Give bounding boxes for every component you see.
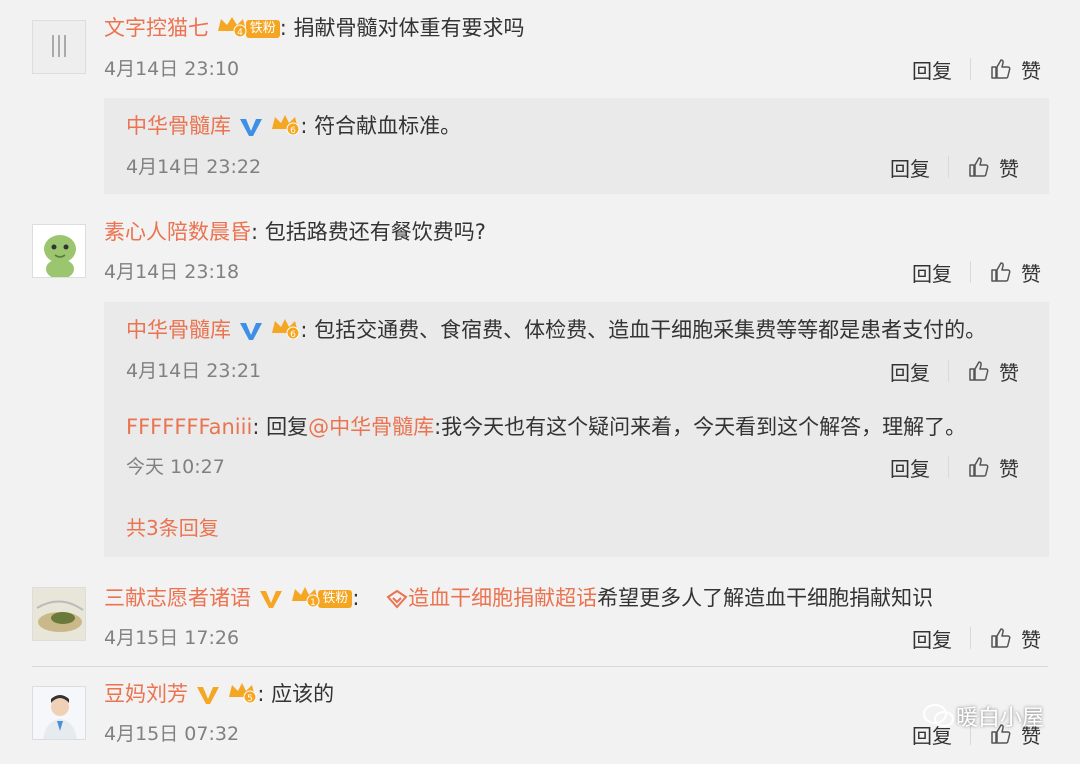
reply-line: 中华骨髓库 6 : 包括交通费、食宿费、体检费、造血干细胞采集费等等都是患者支付…: [126, 316, 986, 346]
like-button[interactable]: 赞: [999, 153, 1019, 182]
divider: [970, 58, 971, 80]
crown-badge-icon: 4: [216, 15, 248, 44]
like-button[interactable]: 赞: [999, 453, 1019, 482]
divider: [970, 627, 971, 649]
badge-level: 6: [291, 330, 297, 339]
comment-line: 豆妈刘芳 5 : 应该的: [104, 680, 334, 710]
reply-text: 符合献血标准。: [314, 114, 462, 138]
reply-line: 中华骨髓库 6 : 符合献血标准。: [126, 112, 461, 142]
crown-badge-icon: 6: [270, 113, 300, 142]
timestamp: 4月14日 23:10: [104, 58, 240, 80]
like-button[interactable]: 赞: [1021, 55, 1041, 84]
comment-actions: 回复 赞: [912, 54, 1041, 84]
comment-actions: 回复 赞: [912, 623, 1041, 653]
reply-prefix: 回复: [266, 415, 309, 439]
avatar[interactable]: [32, 587, 86, 641]
wechat-icon: [922, 704, 954, 727]
reply-button[interactable]: 回复: [890, 357, 930, 386]
divider: [948, 456, 949, 478]
fan-badge: 铁粉: [245, 20, 280, 38]
thumbs-up-icon[interactable]: [989, 260, 1013, 284]
fan-badge: 铁粉: [318, 590, 353, 608]
comment-text: 应该的: [271, 682, 335, 706]
badge-level: 1: [311, 598, 317, 607]
reply-button[interactable]: 回复: [912, 258, 952, 287]
thumbs-up-icon[interactable]: [967, 359, 991, 383]
comment-line: 素心人陪数晨昏: 包括路费还有餐饮费吗?: [104, 220, 486, 244]
timestamp: 4月15日 17:26: [104, 627, 240, 649]
badge-level: 4: [237, 28, 243, 37]
username[interactable]: 三献志愿者诸语: [104, 586, 251, 610]
reply-button[interactable]: 回复: [912, 55, 952, 84]
reply-button[interactable]: 回复: [912, 624, 952, 653]
timestamp: 今天 10:27: [126, 456, 225, 478]
reply-box: 中华骨髓库 6 : 符合献血标准。 4月14日 23:22 回复 赞: [104, 98, 1049, 194]
thumbs-up-icon[interactable]: [989, 57, 1013, 81]
thumbs-up-icon[interactable]: [967, 455, 991, 479]
username[interactable]: 中华骨髓库: [126, 318, 231, 342]
thumbs-up-icon[interactable]: [989, 626, 1013, 650]
super-topic-link[interactable]: 造血干细胞捐献超话: [408, 586, 597, 610]
more-replies-link[interactable]: 共3条回复: [126, 512, 219, 541]
super-topic-icon: [386, 589, 408, 609]
verified-v-icon: [196, 687, 219, 704]
verified-v-icon: [259, 591, 282, 608]
divider: [970, 261, 971, 283]
avatar[interactable]: [32, 686, 86, 740]
reply-box: 中华骨髓库 6 : 包括交通费、食宿费、体检费、造血干细胞采集费等等都是患者支付…: [104, 302, 1049, 557]
thumbs-up-icon[interactable]: [967, 155, 991, 179]
reply-button[interactable]: 回复: [890, 453, 930, 482]
comment-actions: 回复 赞: [912, 257, 1041, 287]
like-button[interactable]: 赞: [1021, 258, 1041, 287]
like-button[interactable]: 赞: [1021, 624, 1041, 653]
watermark-text: 暖白小屋: [955, 706, 1044, 731]
reply-text: 包括交通费、食宿费、体检费、造血干细胞采集费等等都是患者支付的。: [314, 318, 987, 342]
reply-actions: 回复 赞: [890, 452, 1019, 482]
username[interactable]: FFFFFFFaniii: [126, 415, 252, 439]
timestamp: 4月14日 23:22: [126, 156, 262, 178]
reply-button[interactable]: 回复: [890, 153, 930, 182]
reply-line: FFFFFFFaniii: 回复@中华骨髓库:我今天也有这个疑问来着，今天看到这…: [126, 415, 967, 439]
like-button[interactable]: 赞: [999, 357, 1019, 386]
reply-actions: 回复 赞: [890, 152, 1019, 182]
avatar[interactable]: [32, 20, 86, 74]
comment-text: 希望更多人了解造血干细胞捐献知识: [597, 586, 934, 610]
comment-text: 包括路费还有餐饮费吗?: [264, 220, 486, 244]
timestamp: 4月15日 07:32: [104, 723, 240, 745]
verified-v-icon: [239, 323, 262, 340]
timestamp: 4月14日 23:21: [126, 360, 262, 382]
username[interactable]: 素心人陪数晨昏: [104, 220, 251, 244]
badge-level: 6: [291, 126, 297, 135]
avatar[interactable]: [32, 224, 86, 278]
watermark: 暖白小屋: [922, 700, 1044, 732]
crown-badge-icon: 1: [290, 585, 320, 614]
crown-badge-icon: 5: [227, 681, 257, 710]
comment-text: 捐献骨髓对体重有要求吗: [293, 16, 525, 40]
crown-badge-icon: 6: [270, 317, 300, 346]
username[interactable]: 豆妈刘芳: [104, 682, 188, 706]
comment-divider: [32, 666, 1048, 667]
reply-actions: 回复 赞: [890, 356, 1019, 386]
timestamp: 4月14日 23:18: [104, 261, 240, 283]
comment-line: 文字控猫七 4 铁粉: 捐献骨髓对体重有要求吗: [104, 14, 524, 44]
username[interactable]: 文字控猫七: [104, 16, 209, 40]
username[interactable]: 中华骨髓库: [126, 114, 231, 138]
comment-line: 三献志愿者诸语 1 铁粉: 造血干细胞捐献超话希望更多人了解造血干细胞捐献知识: [104, 584, 933, 614]
mention-link[interactable]: @中华骨髓库: [308, 415, 434, 439]
divider: [948, 360, 949, 382]
reply-text: :我今天也有这个疑问来着，今天看到这个解答，理解了。: [434, 415, 967, 439]
divider: [948, 156, 949, 178]
verified-v-icon: [239, 119, 262, 136]
badge-level: 5: [248, 694, 254, 703]
